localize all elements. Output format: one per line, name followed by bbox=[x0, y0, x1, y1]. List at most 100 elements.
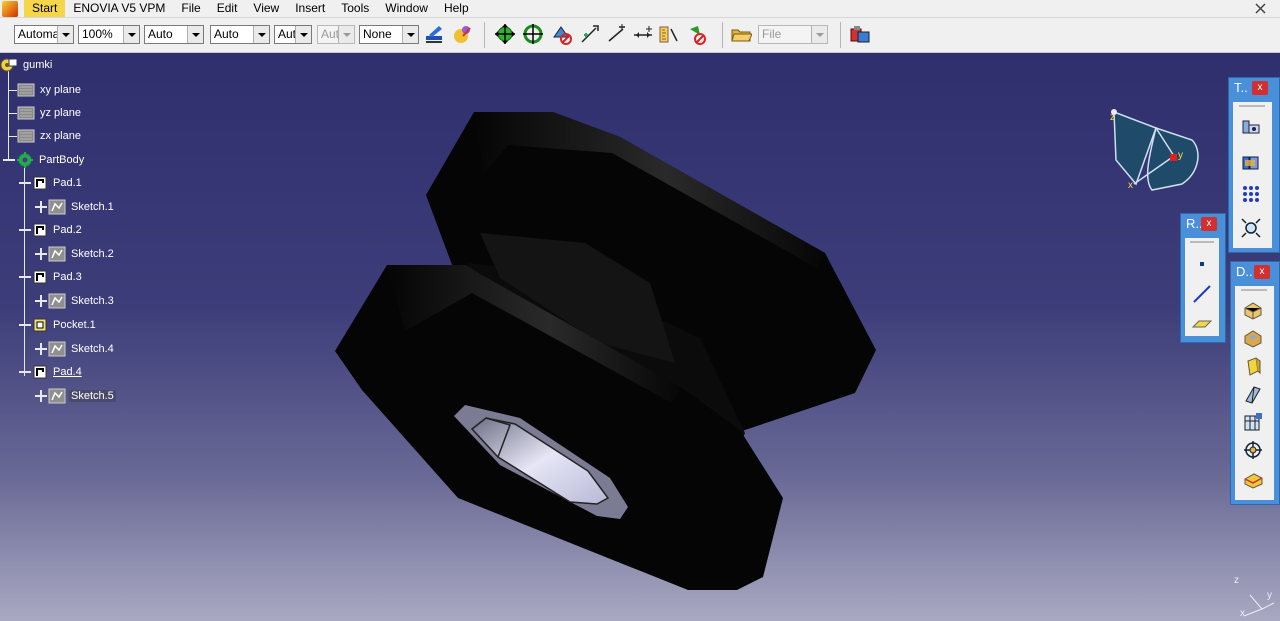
close-icon[interactable]: x bbox=[1252, 81, 1268, 95]
menu-view[interactable]: View bbox=[245, 0, 287, 17]
menu-insert[interactable]: Insert bbox=[287, 0, 333, 17]
plane-icon bbox=[17, 129, 35, 143]
axis-triad: z y x bbox=[1234, 575, 1275, 619]
pan-icon[interactable] bbox=[494, 23, 516, 45]
tree-item-sketch[interactable]: Sketch.1 bbox=[34, 197, 116, 217]
tree-item-sketch[interactable]: Sketch.4 bbox=[34, 339, 116, 359]
menu-window[interactable]: Window bbox=[377, 0, 436, 17]
line-icon[interactable] bbox=[1190, 282, 1214, 306]
collapse-icon[interactable] bbox=[18, 318, 32, 332]
chevron-down-icon[interactable] bbox=[253, 26, 269, 43]
point-icon[interactable] bbox=[1190, 252, 1214, 276]
render-style-icon[interactable] bbox=[451, 23, 473, 45]
tree-item-feature[interactable]: Pad.3 bbox=[18, 267, 84, 287]
menu-edit[interactable]: Edit bbox=[209, 0, 246, 17]
chevron-down-icon[interactable] bbox=[402, 26, 418, 43]
collapse-icon[interactable] bbox=[18, 270, 32, 284]
color-combo[interactable]: Automa bbox=[14, 25, 74, 44]
tree-item-feature-current[interactable]: Pad.4 bbox=[18, 362, 84, 382]
open-folder-icon[interactable] bbox=[730, 23, 752, 45]
tree-item-yz-plane[interactable]: yz plane bbox=[9, 103, 83, 123]
menu-start[interactable]: Start bbox=[24, 0, 66, 17]
target-icon[interactable] bbox=[1241, 438, 1265, 462]
panel-body bbox=[1235, 286, 1274, 500]
groove-tool-icon[interactable] bbox=[1241, 382, 1265, 406]
compass-handle-icon[interactable] bbox=[1170, 154, 1177, 161]
collapse-icon[interactable] bbox=[18, 223, 32, 237]
transparency-combo[interactable]: 100% bbox=[78, 25, 140, 44]
chevron-down-icon[interactable] bbox=[295, 26, 311, 43]
close-icon[interactable]: x bbox=[1201, 217, 1217, 231]
collapse-icon[interactable] bbox=[18, 176, 32, 190]
tree-item-label: Sketch.4 bbox=[71, 343, 114, 355]
tree-root-label: gumki bbox=[23, 59, 53, 71]
sketch-icon bbox=[48, 388, 66, 404]
expand-icon[interactable] bbox=[34, 342, 48, 356]
tree-item-feature[interactable]: Pad.2 bbox=[18, 220, 84, 240]
linetype-combo[interactable]: Auto bbox=[210, 25, 270, 44]
rib-tool-icon[interactable] bbox=[1241, 466, 1265, 490]
sketch-icon bbox=[48, 246, 66, 262]
tree-item-label: xy plane bbox=[40, 84, 81, 96]
hide-show-icon[interactable] bbox=[686, 23, 708, 45]
tree-item-sketch[interactable]: Sketch.3 bbox=[34, 291, 116, 311]
point-symbol-combo[interactable]: Aut bbox=[274, 25, 312, 44]
toolbar-panel-r[interactable]: R.. x bbox=[1180, 213, 1226, 343]
menu-help[interactable]: Help bbox=[436, 0, 477, 17]
measure-icon[interactable] bbox=[658, 23, 680, 45]
panel-grip[interactable] bbox=[1239, 105, 1265, 107]
dimension-icon[interactable] bbox=[632, 23, 654, 45]
axis-z-label: z bbox=[1234, 575, 1239, 586]
window-close-icon[interactable] bbox=[1255, 3, 1266, 14]
line-thickness-combo[interactable]: Auto bbox=[144, 25, 204, 44]
pad-tool-icon[interactable] bbox=[1241, 298, 1265, 322]
plane-tool-icon[interactable] bbox=[1190, 310, 1214, 334]
expand-icon[interactable] bbox=[34, 200, 48, 214]
tree-item-partbody[interactable]: PartBody bbox=[2, 150, 86, 170]
tree-item-label: Pocket.1 bbox=[53, 319, 96, 331]
menu-tools[interactable]: Tools bbox=[333, 0, 377, 17]
toolbar-panel-t[interactable]: T.. x bbox=[1228, 77, 1280, 253]
expand-icon[interactable] bbox=[34, 294, 48, 308]
expand-icon[interactable] bbox=[34, 389, 48, 403]
tree-item-label: yz plane bbox=[40, 107, 81, 119]
compass-widget[interactable]: x y z bbox=[1104, 100, 1214, 200]
tree-item-sketch[interactable]: Sketch.5 bbox=[34, 386, 116, 406]
tree-item-sketch[interactable]: Sketch.2 bbox=[34, 244, 116, 264]
snap-icon[interactable] bbox=[606, 23, 628, 45]
pattern-icon[interactable] bbox=[1239, 182, 1263, 206]
menu-enovia[interactable]: ENOVIA V5 VPM bbox=[65, 0, 173, 17]
toolbar-panel-d[interactable]: D.. x bbox=[1230, 261, 1280, 505]
panel-grip[interactable] bbox=[1241, 289, 1267, 291]
multi-view-icon[interactable] bbox=[1239, 152, 1263, 176]
pocket-tool-icon[interactable] bbox=[1241, 326, 1265, 350]
chevron-down-icon[interactable] bbox=[123, 26, 139, 43]
zoom-in-icon[interactable] bbox=[579, 23, 601, 45]
chevron-down-icon[interactable] bbox=[187, 26, 203, 43]
menu-file[interactable]: File bbox=[173, 0, 208, 17]
chevron-down-icon[interactable] bbox=[57, 26, 73, 43]
close-icon[interactable]: x bbox=[1254, 265, 1270, 279]
rotate-icon[interactable] bbox=[522, 23, 544, 45]
collapse-icon[interactable] bbox=[2, 153, 16, 167]
collapse-icon[interactable] bbox=[18, 365, 32, 379]
layer-combo[interactable]: None bbox=[359, 25, 419, 44]
panel-grip[interactable] bbox=[1190, 241, 1214, 243]
shaft-tool-icon[interactable] bbox=[1241, 354, 1265, 378]
view-mode-icon[interactable] bbox=[1239, 116, 1263, 140]
3d-viewport[interactable]: gumki xy plane yz plane zx plane PartBod… bbox=[0, 53, 1280, 621]
tree-item-feature[interactable]: Pocket.1 bbox=[18, 315, 98, 335]
tree-item-xy-plane[interactable]: xy plane bbox=[9, 80, 83, 100]
paint-brush-icon[interactable] bbox=[423, 23, 445, 45]
rendering-style-combo: Aut bbox=[317, 25, 355, 44]
fit-all-icon[interactable] bbox=[1239, 216, 1263, 240]
swap-visible-icon[interactable] bbox=[551, 23, 573, 45]
tree-item-zx-plane[interactable]: zx plane bbox=[9, 126, 83, 146]
part-model[interactable] bbox=[0, 53, 1280, 621]
catalog-icon[interactable] bbox=[849, 23, 871, 45]
expand-icon[interactable] bbox=[34, 247, 48, 261]
tree-root[interactable]: gumki bbox=[0, 55, 54, 75]
hole-tool-icon[interactable] bbox=[1241, 410, 1265, 434]
layer-combo-value: None bbox=[363, 27, 392, 41]
tree-item-feature[interactable]: Pad.1 bbox=[18, 173, 84, 193]
